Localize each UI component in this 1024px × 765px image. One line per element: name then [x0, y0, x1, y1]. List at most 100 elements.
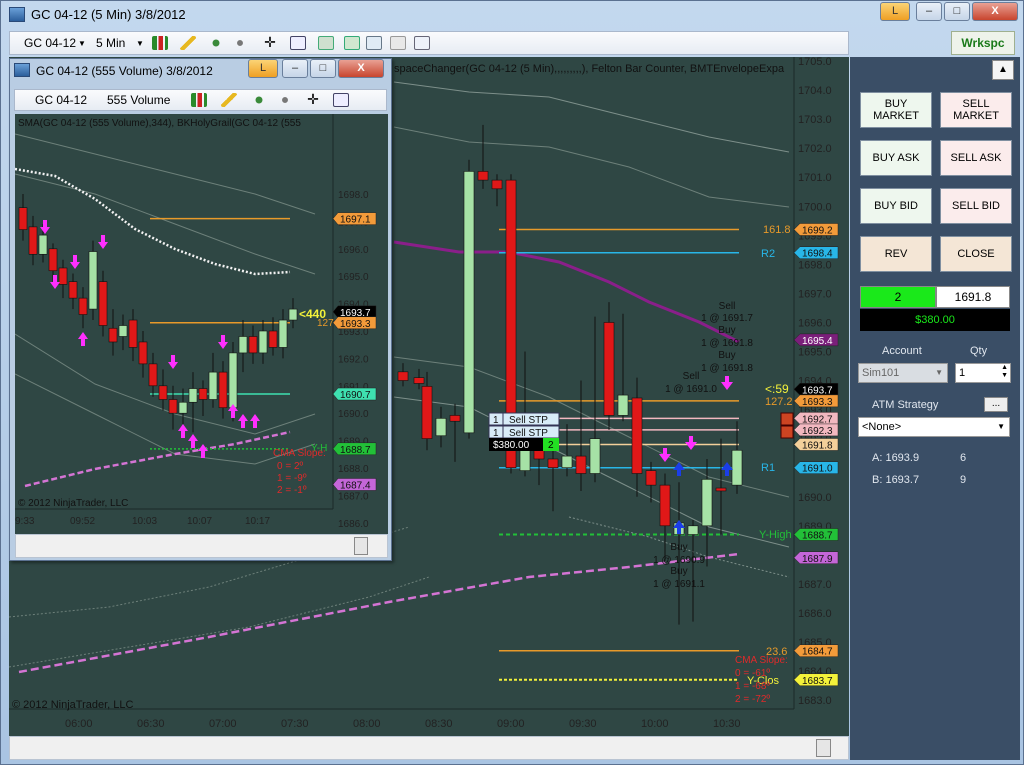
chart-trader-icon[interactable] — [344, 36, 360, 50]
chart-trader-panel: ▲ BUY MARKET SELL MARKET BUY ASK SELL AS… — [850, 57, 1020, 760]
workspace-button[interactable]: Wrkspc — [951, 31, 1015, 55]
inner-instrument-selector[interactable]: GC 04-12 — [35, 93, 87, 107]
sell-market-button[interactable]: SELL MARKET — [940, 92, 1012, 128]
sell-ask-button[interactable]: SELL ASK — [940, 140, 1012, 176]
price-marker-label: 1684.7 — [802, 647, 833, 658]
scrollbar-thumb[interactable] — [816, 739, 831, 757]
cancel-order-icon — [780, 425, 794, 439]
pin-icon[interactable] — [232, 36, 248, 50]
candle-body — [198, 388, 208, 400]
pencil-icon[interactable] — [180, 36, 196, 50]
instrument-selector[interactable]: GC 04-12 — [24, 36, 76, 50]
fib-label: 161.8 — [763, 224, 791, 236]
price-tick-label: 1686.0 — [338, 519, 369, 530]
candle-body — [18, 207, 28, 230]
crosshair-drawing-icon[interactable] — [208, 36, 224, 50]
strategies-icon[interactable] — [390, 36, 406, 50]
candle-body — [258, 330, 268, 354]
price-tick-label: 1700.0 — [798, 201, 832, 213]
cma-slope-label: CMA Slope: — [273, 448, 326, 459]
price-marker-label: 1698.4 — [802, 249, 833, 260]
inner-scrollbar[interactable] — [15, 534, 388, 558]
properties-icon[interactable] — [414, 36, 430, 50]
trade-label: Buy — [670, 542, 687, 553]
interval-selector[interactable]: 5 Min — [96, 36, 125, 50]
candle-body — [463, 171, 475, 434]
cma-slope-label: CMA Slope: — [735, 655, 788, 666]
price-tick-label: 1696.0 — [338, 245, 369, 256]
time-tick-label: 10:07 — [187, 516, 212, 527]
price-marker-label: 1683.7 — [802, 676, 833, 687]
crosshair-icon[interactable]: ✛ — [305, 92, 321, 107]
scrollbar-thumb[interactable] — [354, 537, 368, 555]
buy-market-button[interactable]: BUY MARKET — [860, 92, 932, 128]
candle-body — [589, 438, 601, 474]
indicators-icon[interactable] — [366, 36, 382, 50]
candle-body — [701, 479, 713, 527]
price-marker-label: 1699.2 — [802, 225, 833, 236]
inner-close-button[interactable]: X — [338, 59, 384, 78]
price-tick-label: 1703.0 — [798, 114, 832, 126]
bar-style-icon[interactable] — [191, 93, 207, 107]
crosshair-icon[interactable]: ✛ — [262, 35, 278, 50]
fib-label: 127.2 — [765, 396, 793, 408]
pin-icon[interactable] — [277, 93, 293, 107]
trade-label: Sell — [683, 371, 700, 382]
volume-chart[interactable]: SMA(GC 04-12 (555 Volume),344), BKHolyGr… — [14, 114, 388, 557]
close-button[interactable]: X — [972, 2, 1018, 21]
volume-chart-canvas[interactable]: SMA(GC 04-12 (555 Volume),344), BKHolyGr… — [14, 114, 388, 557]
candle-body — [659, 484, 671, 527]
buy-bid-button[interactable]: BUY BID — [860, 188, 932, 224]
atm-config-button[interactable]: ... — [984, 397, 1008, 412]
close-position-button[interactable]: CLOSE — [940, 236, 1012, 272]
chevron-down-icon[interactable]: ▼ — [78, 39, 86, 48]
inner-link-button[interactable]: L — [248, 59, 278, 78]
trade-label: 1 @ 1691.8 — [701, 363, 753, 374]
candle-body — [575, 455, 587, 474]
stepper-arrows-icon[interactable]: ▲ ▼ — [1001, 364, 1008, 380]
price-tick-label: 1688.0 — [338, 464, 369, 475]
candle-body — [288, 308, 298, 321]
inner-interval-selector[interactable]: 555 Volume — [107, 93, 170, 107]
account-select[interactable]: Sim101 ▼ — [858, 363, 948, 383]
reverse-button[interactable]: REV — [860, 236, 932, 272]
collapse-arrow-icon[interactable]: ▲ — [992, 60, 1014, 80]
order-qty: 1 — [493, 415, 499, 426]
zoom-icon[interactable] — [290, 36, 306, 50]
candle-body — [58, 267, 68, 285]
data-box-icon[interactable] — [318, 36, 334, 50]
inner-toolbar: GC 04-12 555 Volume ✛ — [14, 89, 387, 111]
order-label: Sell STP — [509, 428, 548, 439]
atm-strategy-select[interactable]: <None> ▼ — [858, 417, 1010, 437]
price-marker-label: 1687.9 — [802, 554, 833, 565]
time-tick-label: 09:52 — [70, 516, 95, 527]
candle-body — [477, 171, 489, 181]
indicator-header: SMA(GC 04-12 (555 Volume),344), BKHolyGr… — [18, 118, 301, 129]
pencil-icon[interactable] — [221, 93, 237, 107]
candle-body — [248, 336, 258, 354]
candle-body — [138, 341, 148, 365]
price-tick-label: 1705.0 — [798, 57, 832, 68]
bar-style-icon[interactable] — [152, 36, 168, 50]
quantity-stepper[interactable]: 1 ▲ ▼ — [955, 363, 1011, 383]
sell-bid-button[interactable]: SELL BID — [940, 188, 1012, 224]
cma-slope-label: 2 = -72º — [735, 694, 770, 705]
zoom-icon[interactable] — [333, 93, 349, 107]
drawing-tool-icon[interactable] — [251, 93, 267, 107]
link-button[interactable]: L — [880, 2, 910, 21]
candle-body — [68, 281, 78, 299]
minimize-button[interactable]: – — [916, 2, 942, 21]
candle-body — [519, 449, 531, 471]
candle-body — [158, 385, 168, 400]
price-marker-label: 1692.3 — [802, 426, 833, 437]
atm-strategy-value: <None> — [862, 421, 902, 433]
buy-ask-button[interactable]: BUY ASK — [860, 140, 932, 176]
price-marker-label: 1692.7 — [802, 414, 833, 425]
inner-minimize-button[interactable]: – — [282, 59, 308, 78]
trade-label: Sell — [719, 301, 736, 312]
inner-maximize-button[interactable]: □ — [310, 59, 336, 78]
maximize-button[interactable]: □ — [944, 2, 970, 21]
candle-body — [38, 234, 48, 255]
chart-scrollbar[interactable] — [9, 736, 849, 760]
chevron-down-icon[interactable]: ▼ — [136, 39, 144, 48]
